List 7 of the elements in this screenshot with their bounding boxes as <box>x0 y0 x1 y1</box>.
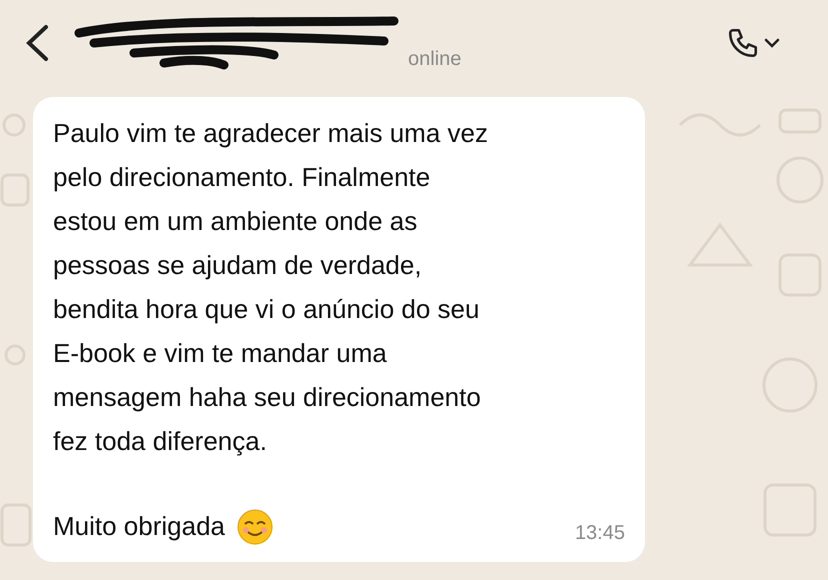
message-text: Muito obrigada <box>53 510 225 543</box>
smiling-face-icon <box>237 508 273 544</box>
message-time: 13:45 <box>574 521 625 546</box>
back-icon[interactable] <box>24 24 50 62</box>
contact-status: online <box>408 46 462 72</box>
chevron-down-icon <box>764 36 780 48</box>
message-text: Paulo vim te agradecer mais uma vez pelo direcionamento. Finalmente estou em um ambiente onde as pessoas se ajudam de verdade, bendita hora que vi o anúncio do seu E-book e vim te mandar uma mensagem haha seu direcionamento fez toda diferença. <box>53 117 489 458</box>
